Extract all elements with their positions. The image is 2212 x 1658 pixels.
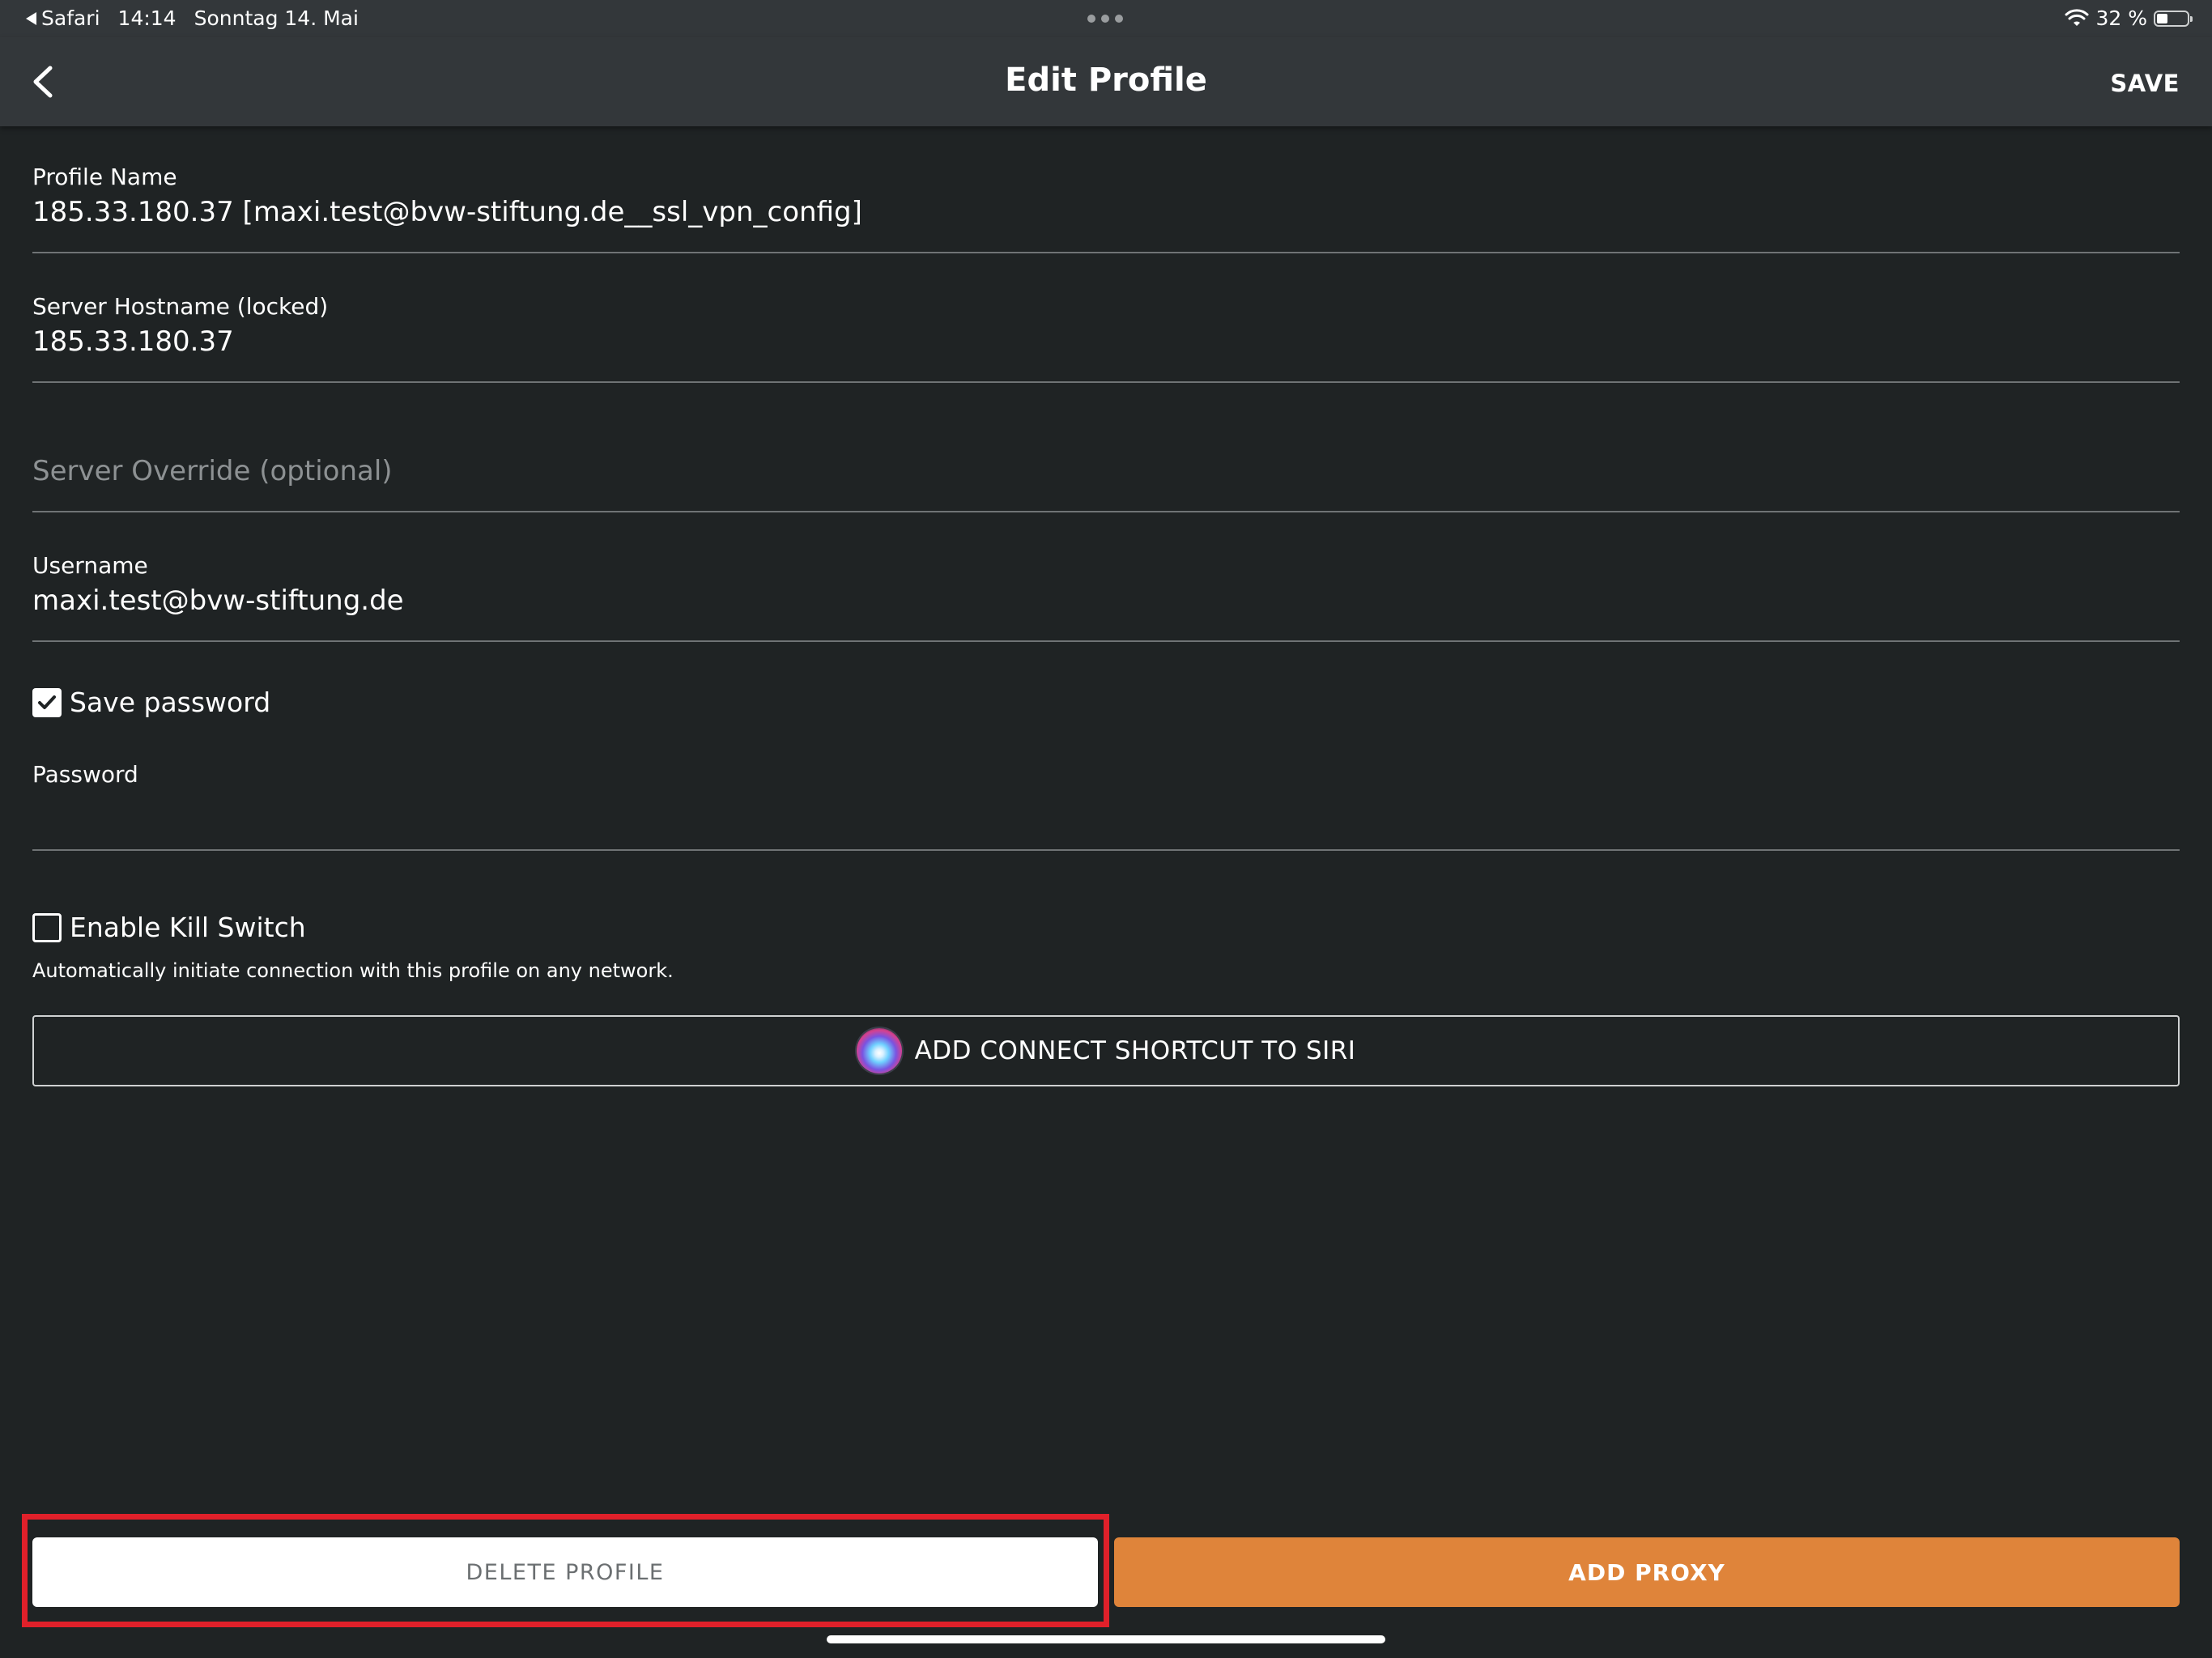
status-date: Sonntag 14. Mai bbox=[194, 6, 359, 30]
back-app-label: Safari bbox=[41, 6, 100, 30]
siri-icon bbox=[856, 1028, 902, 1073]
siri-button-label: ADD CONNECT SHORTCUT TO SIRI bbox=[914, 1036, 1356, 1065]
password-label: Password bbox=[32, 761, 138, 788]
kill-switch-helper-text: Automatically initiate connection with t… bbox=[32, 959, 674, 982]
wifi-icon bbox=[2065, 8, 2089, 26]
kill-switch-checkbox-row[interactable]: Enable Kill Switch bbox=[32, 912, 306, 943]
status-right: 32 % bbox=[2065, 6, 2193, 30]
username-field[interactable]: Username maxi.test@bvw-stiftung.de bbox=[32, 547, 2180, 642]
server-override-placeholder[interactable]: Server Override (optional) bbox=[32, 455, 393, 487]
profile-name-value[interactable]: 185.33.180.37 [maxi.test@bvw-stiftung.de… bbox=[32, 196, 862, 228]
status-bar: Safari 14:14 Sonntag 14. Mai 32 % bbox=[0, 0, 2212, 37]
back-triangle-icon bbox=[26, 11, 36, 25]
kill-switch-label: Enable Kill Switch bbox=[70, 912, 306, 943]
checkmark-icon bbox=[38, 695, 56, 709]
server-hostname-value: 185.33.180.37 bbox=[32, 325, 234, 358]
add-siri-shortcut-button[interactable]: ADD CONNECT SHORTCUT TO SIRI bbox=[32, 1015, 2180, 1086]
save-button[interactable]: SAVE bbox=[2110, 70, 2180, 97]
status-left: Safari 14:14 Sonntag 14. Mai bbox=[26, 6, 359, 30]
server-hostname-field: Server Hostname (locked) 185.33.180.37 bbox=[32, 288, 2180, 383]
save-password-checkbox[interactable] bbox=[32, 687, 62, 717]
save-password-label: Save password bbox=[70, 687, 271, 718]
status-time: 14:14 bbox=[117, 6, 177, 30]
profile-name-label: Profile Name bbox=[32, 164, 177, 190]
home-indicator[interactable] bbox=[827, 1635, 1385, 1643]
username-label: Username bbox=[32, 552, 148, 579]
battery-icon bbox=[2154, 10, 2193, 27]
server-hostname-label: Server Hostname (locked) bbox=[32, 293, 329, 320]
battery-fill bbox=[2157, 13, 2167, 23]
navigation-bar: Edit Profile SAVE bbox=[0, 37, 2212, 126]
back-to-app-link[interactable]: Safari bbox=[26, 6, 100, 30]
profile-name-field[interactable]: Profile Name 185.33.180.37 [maxi.test@bv… bbox=[32, 159, 2180, 253]
page-title: Edit Profile bbox=[1005, 62, 1207, 99]
save-password-checkbox-row[interactable]: Save password bbox=[32, 687, 270, 718]
kill-switch-checkbox[interactable] bbox=[32, 912, 62, 942]
username-value[interactable]: maxi.test@bvw-stiftung.de bbox=[32, 585, 404, 617]
multitasking-dots-icon[interactable] bbox=[1087, 15, 1123, 23]
delete-profile-button[interactable]: DELETE PROFILE bbox=[32, 1537, 1098, 1607]
battery-percent: 32 % bbox=[2095, 6, 2147, 30]
password-field[interactable]: Password bbox=[32, 756, 2180, 851]
chevron-left-icon[interactable] bbox=[24, 62, 65, 102]
server-override-field[interactable]: Server Override (optional) bbox=[32, 418, 2180, 512]
add-proxy-button[interactable]: ADD PROXY bbox=[1114, 1537, 2180, 1607]
